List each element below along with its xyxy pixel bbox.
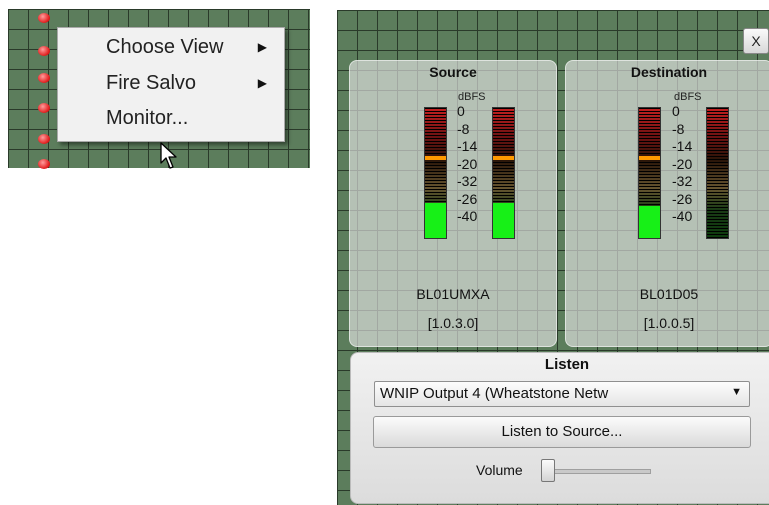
menu-item-choose-view[interactable]: Choose View ▶ [106, 30, 284, 64]
context-menu: Choose View ▶ Fire Salvo ▶ Monitor... [57, 27, 285, 142]
submenu-arrow-icon: ▶ [257, 76, 267, 90]
scale-tick: -14 [457, 138, 478, 154]
node-connector[interactable] [38, 73, 50, 83]
source-left-meter [424, 107, 447, 239]
menu-item-monitor[interactable]: Monitor... [106, 101, 284, 135]
panel-title: Destination [630, 64, 708, 80]
menu-item-label: Fire Salvo [106, 72, 197, 94]
dbfs-label: dBFS [674, 91, 702, 103]
scale-tick: -40 [457, 208, 478, 224]
meter-level [493, 202, 514, 238]
node-connector[interactable] [38, 159, 50, 169]
meter-peak [425, 156, 446, 160]
source-meter-panel: Source dBFS 0 -8 -14 -20 -32 -26 -40 BL0… [349, 60, 557, 347]
close-button[interactable]: X [743, 28, 769, 54]
node-connector[interactable] [38, 13, 50, 23]
scale-tick: -20 [457, 155, 478, 172]
scale-tick: 0 [457, 103, 465, 119]
chevron-down-icon: ▼ [731, 386, 742, 398]
menu-item-label: Monitor... [106, 107, 189, 129]
menu-item-fire-salvo[interactable]: Fire Salvo ▶ [106, 66, 284, 100]
dbfs-scale: 0 -8 -14 -20 -32 -26 -40 [457, 103, 497, 226]
submenu-arrow-icon: ▶ [257, 40, 267, 54]
canvas-background: Choose View ▶ Fire Salvo ▶ Monitor... [8, 9, 310, 169]
meter-peak [639, 156, 660, 160]
destination-meter-panel: Destination dBFS 0 -8 -14 -20 -32 -26 -4… [565, 60, 769, 347]
listen-to-source-button[interactable]: Listen to Source... [373, 416, 751, 448]
meter-level [425, 202, 446, 238]
monitor-window: X Source dBFS 0 -8 -14 -20 -32 -26 -40 B… [337, 10, 769, 505]
panel-title: Source [429, 64, 477, 80]
destination-left-meter [638, 107, 661, 239]
destination-device-name: BL01D05 [639, 286, 699, 302]
source-device-name: BL01UMXA [416, 286, 490, 302]
listen-title: Listen [544, 356, 590, 373]
mouse-pointer-icon [160, 142, 177, 169]
menu-item-label: Choose View [106, 36, 224, 58]
dbfs-label: dBFS [458, 91, 486, 103]
source-device-address: [1.0.3.0] [427, 315, 479, 331]
meter-level [639, 205, 660, 238]
destination-right-meter [706, 107, 729, 239]
scale-tick: -8 [457, 120, 470, 137]
listen-panel: Listen WNIP Output 4 (Wheatstone Netw ▼ … [350, 352, 769, 504]
output-select-value: WNIP Output 4 (Wheatstone Netw [380, 385, 609, 402]
scale-tick: -26 [457, 190, 478, 207]
volume-label: Volume [476, 462, 523, 478]
meter-peak [493, 156, 514, 160]
volume-slider-thumb[interactable] [541, 459, 555, 482]
node-connector[interactable] [38, 46, 50, 56]
scale-tick: -32 [457, 173, 478, 189]
node-connector[interactable] [38, 103, 50, 113]
destination-device-address: [1.0.0.5] [643, 315, 695, 331]
volume-slider-track[interactable] [541, 469, 651, 474]
output-select[interactable]: WNIP Output 4 (Wheatstone Netw ▼ [374, 381, 750, 407]
node-connector[interactable] [38, 134, 50, 144]
source-right-meter [492, 107, 515, 239]
